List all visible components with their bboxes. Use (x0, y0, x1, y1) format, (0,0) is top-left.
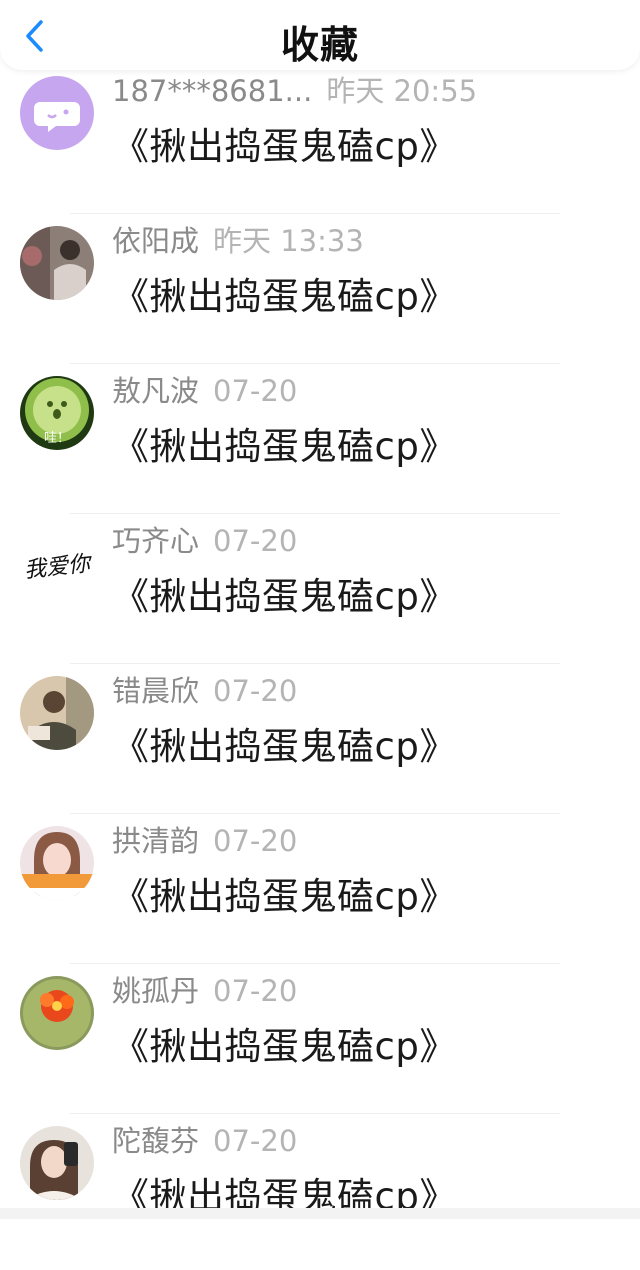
chat-bubble-avatar[interactable] (20, 76, 94, 150)
list-item[interactable]: 陀馥芬 07-20 《揪出捣蛋鬼磕cp》 (0, 1114, 640, 1264)
person-photo-avatar[interactable] (20, 676, 94, 750)
user-name: 陀馥芬 (112, 1124, 200, 1158)
item-title: 《揪出捣蛋鬼磕cp》 (112, 1025, 457, 1068)
user-name: 敖凡波 (112, 374, 200, 408)
user-name: 巧齐心 (112, 524, 200, 558)
timestamp: 昨天 20:55 (326, 74, 478, 108)
cactus-flower-avatar[interactable] (20, 976, 94, 1050)
item-title: 《揪出捣蛋鬼磕cp》 (112, 875, 457, 918)
user-name: 拱清韵 (112, 824, 200, 858)
list-item[interactable]: 依阳成 昨天 13:33 《揪出捣蛋鬼磕cp》 (0, 214, 640, 364)
timestamp: 07-20 (213, 674, 298, 708)
item-meta: 巧齐心 07-20 (112, 518, 297, 560)
item-title: 《揪出捣蛋鬼磕cp》 (112, 425, 457, 468)
list-item[interactable]: 姚孤丹 07-20 《揪出捣蛋鬼磕cp》 (0, 964, 640, 1114)
item-meta: 敖凡波 07-20 (112, 368, 297, 410)
user-name: 错晨欣 (112, 674, 200, 708)
svg-text:哇！: 哇！ (44, 431, 70, 446)
page-title: 收藏 (280, 23, 359, 67)
selfie-photo-avatar[interactable] (20, 1126, 94, 1200)
item-title: 《揪出捣蛋鬼磕cp》 (112, 125, 457, 168)
item-meta: 拱清韵 07-20 (112, 818, 297, 860)
item-meta: 187***8681... 昨天 20:55 (112, 68, 477, 110)
favorites-list: 187***8681... 昨天 20:55 《揪出捣蛋鬼磕cp》 依阳成 昨天 1… (0, 70, 640, 1270)
list-item[interactable]: 错晨欣 07-20 《揪出捣蛋鬼磕cp》 (0, 664, 640, 814)
item-meta: 错晨欣 07-20 (112, 668, 297, 710)
timestamp: 07-20 (213, 524, 298, 558)
timestamp: 昨天 13:33 (213, 224, 364, 258)
item-title: 《揪出捣蛋鬼磕cp》 (112, 275, 457, 318)
item-meta: 依阳成 昨天 13:33 (112, 218, 364, 260)
item-meta: 陀馥芬 07-20 (112, 1118, 297, 1160)
timestamp: 07-20 (213, 374, 298, 408)
cucumber-face-avatar[interactable]: 哇！ (20, 376, 94, 450)
timestamp: 07-20 (213, 1124, 298, 1158)
user-name: 姚孤丹 (112, 974, 200, 1008)
top-bar: 收藏 (0, 0, 640, 70)
list-item[interactable]: 拱清韵 07-20 《揪出捣蛋鬼磕cp》 (0, 814, 640, 964)
list-item[interactable]: 我爱你 巧齐心 07-20 《揪出捣蛋鬼磕cp》 (0, 514, 640, 664)
user-name: 187***8681... (112, 74, 313, 108)
girl-photo-avatar[interactable] (20, 826, 94, 900)
list-item[interactable]: 187***8681... 昨天 20:55 《揪出捣蛋鬼磕cp》 (0, 64, 640, 214)
user-name: 依阳成 (112, 224, 200, 258)
person-photo-avatar[interactable] (20, 226, 94, 300)
item-title: 《揪出捣蛋鬼磕cp》 (112, 725, 457, 768)
list-item[interactable]: 哇！ 敖凡波 07-20 《揪出捣蛋鬼磕cp》 (0, 364, 640, 514)
handwriting-avatar[interactable]: 我爱你 (16, 526, 98, 600)
timestamp: 07-20 (213, 974, 298, 1008)
item-title: 《揪出捣蛋鬼磕cp》 (112, 575, 457, 618)
bottom-edge (0, 1208, 640, 1219)
timestamp: 07-20 (213, 824, 298, 858)
item-meta: 姚孤丹 07-20 (112, 968, 297, 1010)
